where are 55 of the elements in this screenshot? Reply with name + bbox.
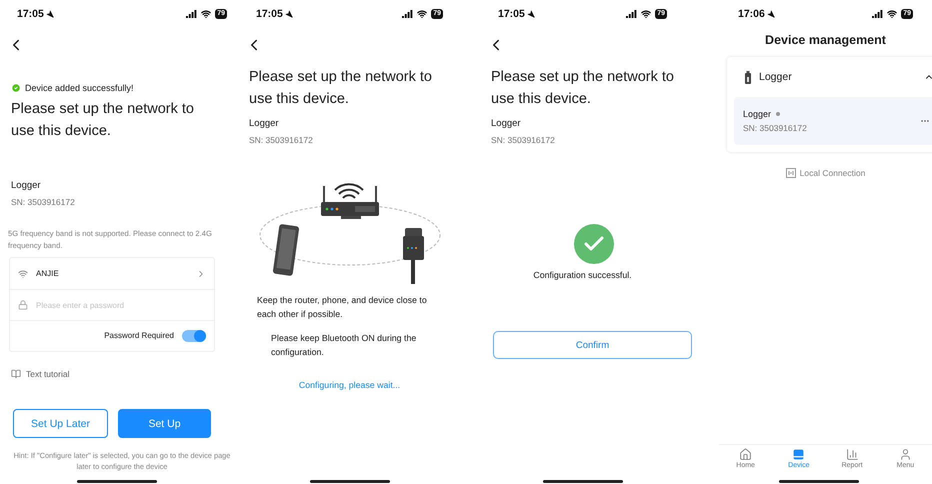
serial-number: SN: 3503916172: [743, 122, 807, 135]
person-icon: [898, 448, 912, 461]
signal-icon: [402, 10, 414, 18]
device-name: Logger: [249, 117, 280, 131]
signal-icon: [626, 10, 638, 18]
status-time: 17:05: [17, 8, 54, 20]
signal-icon: [872, 10, 884, 18]
location-icon: [46, 10, 54, 18]
lock-icon: [18, 300, 28, 310]
connection-icon: [786, 168, 796, 178]
local-connection-link[interactable]: Local Connection: [800, 166, 866, 180]
confirm-button[interactable]: Confirm: [493, 331, 692, 359]
location-icon: [766, 10, 775, 18]
home-icon: [739, 448, 752, 461]
password-field[interactable]: Please enter a password: [36, 300, 206, 310]
logger-row[interactable]: Logger SN: 3503916172: [734, 97, 932, 145]
tutorial-link[interactable]: Text tutorial: [26, 367, 70, 381]
wifi-icon: [641, 9, 652, 19]
setup-later-button[interactable]: Set Up Later: [13, 409, 108, 438]
password-toggle[interactable]: [182, 330, 206, 342]
status-time: 17:05: [256, 8, 293, 20]
chart-icon: [846, 448, 859, 461]
serial-number: SN: 3503916172: [249, 134, 314, 147]
wifi-icon: [18, 268, 28, 278]
setup-button[interactable]: Set Up: [118, 409, 211, 438]
signal-icon: [186, 10, 198, 18]
group-name: Logger: [759, 70, 793, 84]
device-name: Logger: [491, 117, 522, 131]
wifi-icon: [417, 9, 428, 19]
wifi-icon: [201, 9, 212, 19]
logger-icon: [745, 70, 751, 84]
success-message: Device added successfully!: [25, 82, 134, 95]
tip-text: Keep the router, phone, and device close to each other if possible.: [257, 294, 428, 321]
progress-text: Configuring, please wait...: [298, 379, 402, 392]
serial-number: SN: 3503916172: [11, 196, 76, 209]
wifi-icon: [887, 9, 898, 19]
device-icon: [792, 448, 806, 461]
tip-text: Please keep Bluetooth ON during the configuration.: [271, 332, 418, 359]
book-icon: [11, 369, 21, 379]
result-text: Configuration successful.: [532, 269, 633, 281]
page-title: Device management: [764, 32, 887, 48]
network-name: ANJIE: [36, 268, 60, 280]
success-icon: [11, 83, 21, 93]
location-icon: [284, 10, 293, 18]
status-time: 17:05: [498, 8, 535, 20]
page-title: Please set up the network to use this device.: [491, 68, 675, 109]
device-name: Logger: [743, 108, 772, 121]
device-name: Logger: [11, 179, 42, 193]
status-time: 17:06: [738, 8, 775, 20]
password-required-label: Password Required: [104, 330, 174, 342]
page-title: Please set up the network to use this device.: [249, 68, 433, 109]
location-icon: [526, 10, 535, 18]
serial-number: SN: 3503916172: [491, 134, 556, 147]
page-title: Please set up the network to use this device.: [11, 100, 195, 141]
success-check-icon: [574, 224, 614, 264]
